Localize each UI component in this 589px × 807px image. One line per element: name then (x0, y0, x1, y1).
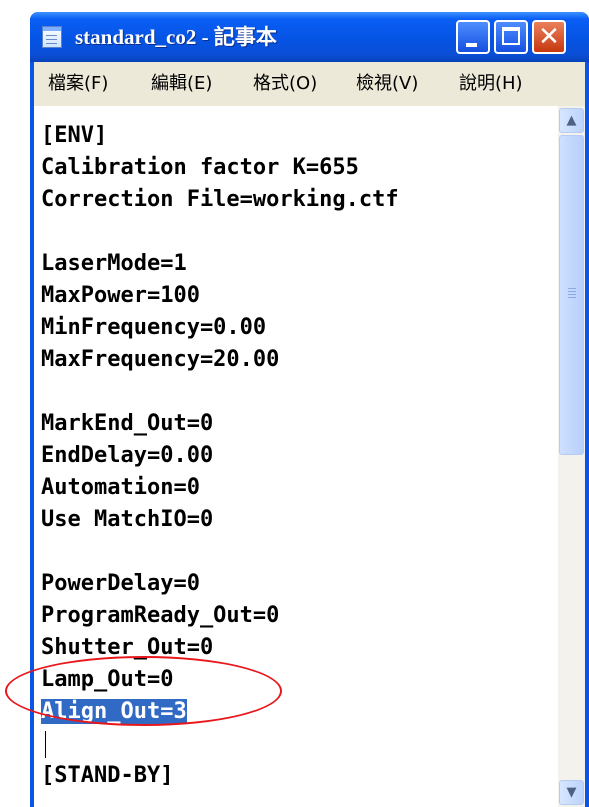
maximize-icon (502, 27, 520, 45)
notepad-icon[interactable] (42, 26, 62, 48)
text-line (41, 728, 553, 760)
text-line: MaxFrequency=20.00 (41, 347, 280, 372)
menu-view[interactable]: 檢視(V) (356, 62, 418, 106)
scrollbar-thumb[interactable] (559, 135, 584, 455)
scroll-down-button[interactable]: ▼ (559, 780, 584, 805)
minimize-icon (466, 43, 477, 47)
text-line: Lamp_Out=0 (41, 667, 174, 692)
vertical-scrollbar[interactable]: ▲ ▼ (558, 106, 585, 807)
text-line: MinFrequency=0.00 (41, 315, 267, 340)
scroll-up-button[interactable]: ▲ (559, 108, 584, 133)
text-line: PowerDelay=0 (41, 571, 200, 596)
text-line: Calibration factor K=655 (41, 155, 359, 180)
text-line: EndDelay=0.00 (41, 443, 214, 468)
text-line: [ENV] (41, 123, 108, 148)
text-caret (45, 731, 46, 758)
selected-line: Align_Out=3 (41, 696, 553, 728)
chevron-down-icon: ▼ (566, 785, 577, 800)
text-line (41, 376, 553, 408)
text-line: [STAND-BY] (41, 763, 174, 788)
minimize-button[interactable] (456, 20, 490, 54)
notepad-window: standard_co2 - 記事本 ✕ 檔案(F) 編輯(E) 格式(O) 檢… (30, 12, 589, 807)
text-line: Shutter_Out=0 (41, 635, 214, 660)
text-line: LaserMode=1 (41, 251, 187, 276)
menu-edit[interactable]: 編輯(E) (151, 62, 212, 106)
title-bar[interactable]: standard_co2 - 記事本 ✕ (30, 12, 589, 62)
window-title: standard_co2 - 記事本 (75, 25, 277, 49)
text-line (41, 216, 553, 248)
menu-format[interactable]: 格式(O) (253, 62, 317, 106)
selected-text[interactable]: Align_Out=3 (41, 699, 187, 724)
chevron-up-icon: ▲ (566, 113, 577, 128)
menu-bar: 檔案(F) 編輯(E) 格式(O) 檢視(V) 說明(H) (34, 62, 585, 106)
text-line: MarkEnd_Out=0 (41, 411, 214, 436)
text-line: Correction File=working.ctf (41, 187, 399, 212)
menu-file[interactable]: 檔案(F) (48, 62, 108, 106)
text-line (41, 536, 553, 568)
close-button[interactable]: ✕ (532, 20, 566, 54)
text-editor[interactable]: [ENV] Calibration factor K=655 Correctio… (34, 106, 585, 807)
text-line: Automation=0 (41, 475, 200, 500)
grip-icon (568, 288, 576, 289)
editor-content[interactable]: [ENV] Calibration factor K=655 Correctio… (41, 120, 553, 792)
text-line: ProgramReady_Out=0 (41, 603, 280, 628)
maximize-button[interactable] (494, 20, 528, 54)
text-line: MaxPower=100 (41, 283, 200, 308)
menu-help[interactable]: 說明(H) (459, 62, 523, 106)
text-line: Use MatchIO=0 (41, 507, 214, 532)
close-icon: ✕ (538, 22, 560, 52)
